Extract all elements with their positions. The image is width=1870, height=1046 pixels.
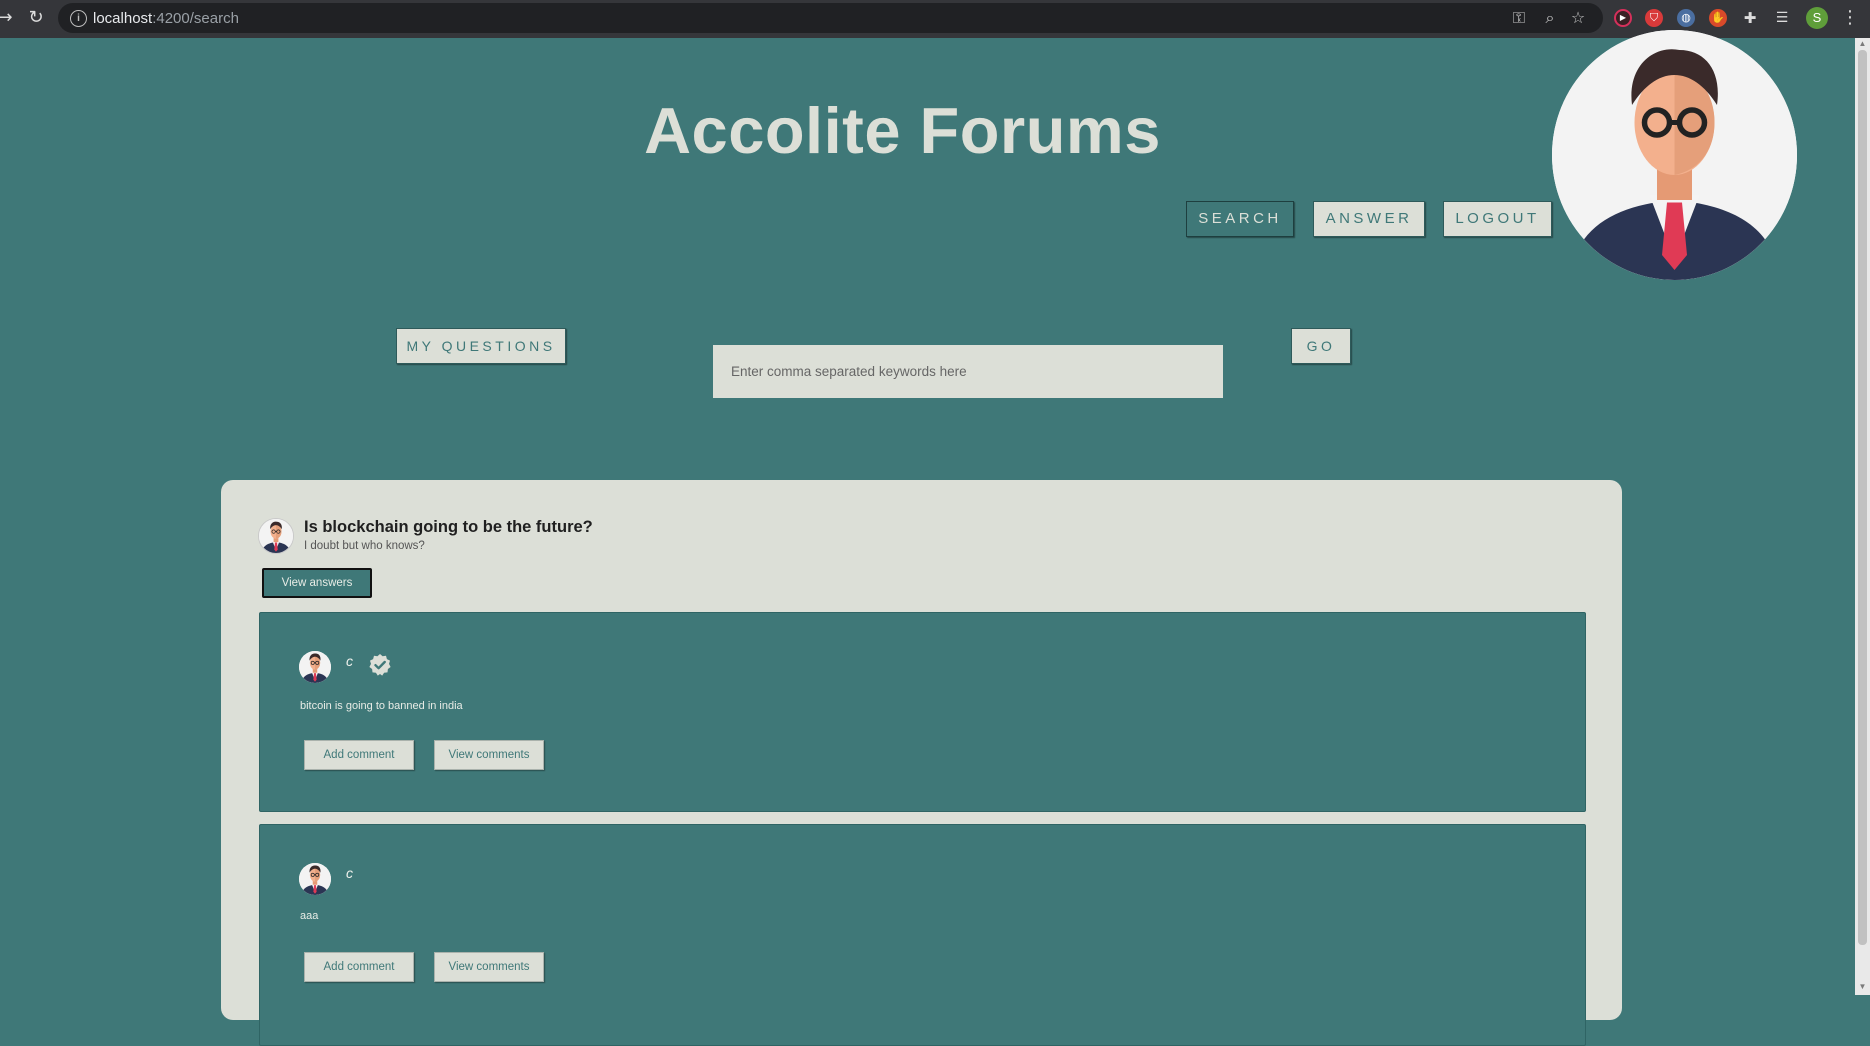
answer-author-name: c [346, 653, 353, 669]
keywords-search-input[interactable] [713, 345, 1223, 398]
add-comment-button[interactable]: Add comment [304, 740, 414, 770]
browser-menu-icon[interactable]: ⋮ [1840, 6, 1860, 30]
person-avatar-icon [299, 651, 331, 683]
answer-item: c bitcoin is going to banned in india Ad… [259, 612, 1586, 812]
browser-toolbar: → ↻ i localhost:4200/search ⚿ ⌕ ☆ ▶ ⛉ ◍ … [0, 0, 1870, 38]
question-description: I doubt but who knows? [304, 540, 425, 552]
question-card: Is blockchain going to be the future? I … [221, 480, 1622, 1046]
question-author-avatar [258, 518, 294, 554]
person-avatar-icon [1552, 30, 1797, 280]
page-title: Accolite Forums [644, 94, 1161, 167]
extension-hand-icon[interactable]: ✋ [1709, 9, 1727, 27]
logout-nav-button[interactable]: LOGOUT [1443, 201, 1552, 237]
user-avatar-large[interactable] [1552, 30, 1797, 280]
go-button[interactable]: GO [1291, 328, 1351, 364]
scrollbar-thumb[interactable] [1858, 50, 1867, 945]
profile-avatar[interactable]: S [1806, 7, 1828, 29]
reading-list-icon[interactable]: ☰ [1773, 9, 1791, 27]
bookmark-star-icon[interactable]: ☆ [1567, 7, 1589, 29]
answer-text: bitcoin is going to banned in india [300, 700, 463, 712]
url-path: :4200/search [152, 10, 239, 27]
add-comment-button[interactable]: Add comment [304, 952, 414, 982]
view-answers-button[interactable]: View answers [262, 568, 372, 598]
extension-globe-icon[interactable]: ◍ [1677, 9, 1695, 27]
answer-item: c aaa Add comment View comments [259, 824, 1586, 1046]
address-url[interactable]: localhost:4200/search [93, 10, 239, 27]
page-scrollbar[interactable]: ▲ ▼ [1855, 38, 1870, 995]
question-title: Is blockchain going to be the future? [304, 518, 593, 536]
answer-text: aaa [300, 910, 319, 922]
zoom-icon[interactable]: ⌕ [1539, 7, 1561, 29]
extensions-puzzle-icon[interactable]: ✚ [1741, 9, 1759, 27]
answer-author-avatar [299, 651, 331, 683]
site-info-icon[interactable]: i [70, 10, 87, 27]
answer-author-avatar [299, 863, 331, 895]
scroll-down-arrow-icon[interactable]: ▼ [1858, 983, 1867, 991]
reload-icon[interactable]: ↻ [25, 7, 47, 29]
my-questions-button[interactable]: MY QUESTIONS [396, 328, 566, 364]
search-nav-button[interactable]: SEARCH [1186, 201, 1294, 237]
back-arrow-icon[interactable]: → [0, 7, 16, 29]
person-avatar-icon [259, 519, 293, 553]
answer-nav-button[interactable]: ANSWER [1313, 201, 1425, 237]
address-bar[interactable]: i localhost:4200/search ⚿ ⌕ ☆ [58, 3, 1603, 33]
view-comments-button[interactable]: View comments [434, 952, 544, 982]
verified-badge-icon [369, 654, 391, 676]
scroll-up-arrow-icon[interactable]: ▲ [1858, 40, 1867, 48]
extension-record-icon[interactable]: ▶ [1614, 9, 1632, 27]
extension-shield-icon[interactable]: ⛉ [1645, 9, 1663, 27]
person-avatar-icon [299, 863, 331, 895]
url-host: localhost [93, 10, 153, 27]
answer-author-name: c [346, 865, 353, 881]
view-comments-button[interactable]: View comments [434, 740, 544, 770]
key-icon[interactable]: ⚿ [1508, 7, 1530, 29]
